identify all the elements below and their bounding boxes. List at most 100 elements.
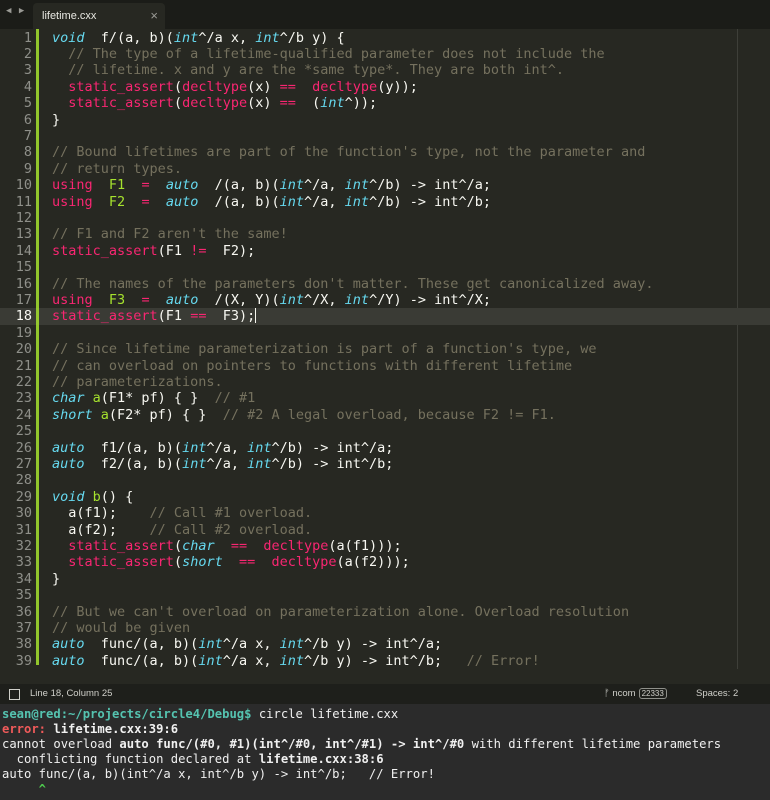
line-number: 36 [15,603,32,620]
code-line[interactable]: 14 static_assert(F1 != F2); [0,243,770,259]
code-token: short [182,554,223,571]
code-line[interactable]: 26 auto f1/(a, b)(int^/a, int^/b) -> int^… [0,440,770,456]
code-line[interactable]: 24 short a(F2* pf) { } // #2 A legal over… [0,407,770,423]
code-text: // return types. [52,161,182,177]
code-token: // return types. [52,160,183,177]
code-token: auto [52,455,85,472]
branch-count-badge: 22333 [638,688,667,699]
code-line[interactable]: 36 // But we can't overload on parameteri… [0,604,770,620]
close-icon[interactable]: × [150,9,158,22]
code-line[interactable]: 4 static_assert(decltype(x) == decltype(… [0,79,770,95]
code-line[interactable]: 34} [0,571,770,587]
code-text: static_assert(F1 == F3); [52,308,257,325]
branch-name: ncom [612,688,636,699]
code-token: char [52,390,85,407]
code-token: = [141,291,150,308]
terminal[interactable]: sean@red:~/projects/circle4/Debug$ circl… [0,704,770,800]
code-line[interactable]: 15 [0,259,770,275]
code-text: // parameterizations. [52,374,223,390]
conflict-location: lifetime.cxx:38:6 [258,752,384,766]
code-token: == [190,308,207,325]
code-text: a(f2); // Call #2 overload. [52,522,312,538]
line-number: 29 [15,488,32,505]
code-line[interactable]: 1 void f/(a, b)(int^/a x, int^/b y) { [0,30,770,46]
code-line[interactable]: 39 auto func/(a, b)(int^/a x, int^/b y) -… [0,653,770,669]
code-text: using F2 = auto /(a, b)(int^/a, int^/b) … [52,194,491,210]
code-token: decltype [312,78,378,95]
code-token: static_assert [68,554,174,571]
code-editor[interactable]: 1 void f/(a, b)(int^/a x, int^/b y) {2 //… [0,29,770,684]
code-token: (F1 [157,308,191,325]
code-text: static_assert(decltype(x) == decltype(y)… [52,79,418,95]
code-line[interactable]: 32 static_assert(char == decltype(a(f1))… [0,538,770,554]
code-line[interactable]: 3 // lifetime. x and y are the *same typ… [0,62,770,78]
code-token: ^/a, [304,193,345,210]
line-number: 34 [15,570,32,587]
code-line[interactable]: 19 [0,325,770,341]
code-token: int [344,193,370,210]
code-text: short a(F2* pf) { } // #2 A legal overlo… [52,407,556,423]
line-number: 5 [23,95,32,112]
code-line[interactable]: 10 using F1 = auto /(a, b)(int^/a, int^/b… [0,177,770,193]
code-line[interactable]: 5 static_assert(decltype(x) == (int^)); [0,95,770,111]
back-forward-arrows-icon[interactable]: ◀ ▶ [6,6,25,16]
code-line[interactable]: 22 // parameterizations. [0,374,770,390]
error-label: error: [2,722,47,736]
code-line[interactable]: 6} [0,112,770,128]
code-token: f1/(a, b)( [84,439,183,456]
code-token: int [182,455,207,472]
code-line[interactable]: 25 [0,423,770,439]
code-token: int [255,29,280,46]
code-line[interactable]: 8 // Bound lifetimes are part of the func… [0,144,770,160]
line-number: 39 [15,652,32,669]
panel-toggle-icon[interactable] [9,689,20,700]
code-line[interactable]: 17 using F3 = auto /(X, Y)(int^/X, int^/Y… [0,292,770,308]
code-line[interactable]: 9 // return types. [0,161,770,177]
code-line[interactable]: 28 [0,472,770,488]
code-line[interactable]: 20 // Since lifetime parameterization is … [0,341,770,357]
code-token: } [52,111,61,128]
code-token: (a(f2))); [336,554,410,571]
code-token: F1 [108,177,126,194]
tab-lifetime-cxx[interactable]: lifetime.cxx × [33,3,165,29]
code-line[interactable]: 27 auto f2/(a, b)(int^/a, int^/b) -> int^… [0,456,770,472]
code-line[interactable]: 12 [0,210,770,226]
code-line[interactable]: 21 // can overload on pointers to functio… [0,358,770,374]
code-token: ^/a, [206,439,248,456]
code-line[interactable]: 11 using F2 = auto /(a, b)(int^/a, int^/b… [0,194,770,210]
code-line[interactable]: 33 static_assert(short == decltype(a(f2)… [0,554,770,570]
line-number: 30 [15,505,32,522]
indentation-setting[interactable]: Spaces: 2 [696,688,738,699]
git-branch-status[interactable]: ᚠ ncom 22333 [604,688,667,699]
code-line[interactable]: 16 // The names of the parameters don't m… [0,276,770,292]
code-text: // But we can't overload on parameteriza… [52,604,629,620]
shell-prompt: sean@red:~/projects/circle4/Debug$ [2,707,252,721]
code-line[interactable]: 35 [0,587,770,603]
code-token: = [141,177,150,194]
code-line[interactable]: 2 // The type of a lifetime-qualified pa… [0,46,770,62]
code-line[interactable]: 38 auto func/(a, b)(int^/a x, int^/b y) -… [0,636,770,652]
code-text: using F1 = auto /(a, b)(int^/a, int^/b) … [52,177,491,193]
code-line[interactable]: 31 a(f2); // Call #2 overload. [0,522,770,538]
code-token: } [52,570,61,587]
code-line[interactable]: 7 [0,128,770,144]
code-token: F3); [206,308,256,325]
line-number: 9 [23,160,32,177]
code-line[interactable]: 37 // would be given [0,620,770,636]
cursor-position[interactable]: Line 18, Column 25 [30,688,112,699]
code-line[interactable]: 29 void b() { [0,489,770,505]
code-token: int [320,95,345,112]
code-token: (F1* pf) { } [100,390,215,407]
code-line[interactable]: 23 char a(F1* pf) { } // #1 [0,390,770,406]
code-line[interactable]: 13 // F1 and F2 aren't the same! [0,226,770,242]
code-line[interactable]: 30 a(f1); // Call #1 overload. [0,505,770,521]
code-text: } [52,112,60,128]
code-token: (F1 [157,242,191,259]
code-token: int [344,177,370,194]
code-line[interactable]: 18 static_assert(F1 == F3); [0,308,770,325]
